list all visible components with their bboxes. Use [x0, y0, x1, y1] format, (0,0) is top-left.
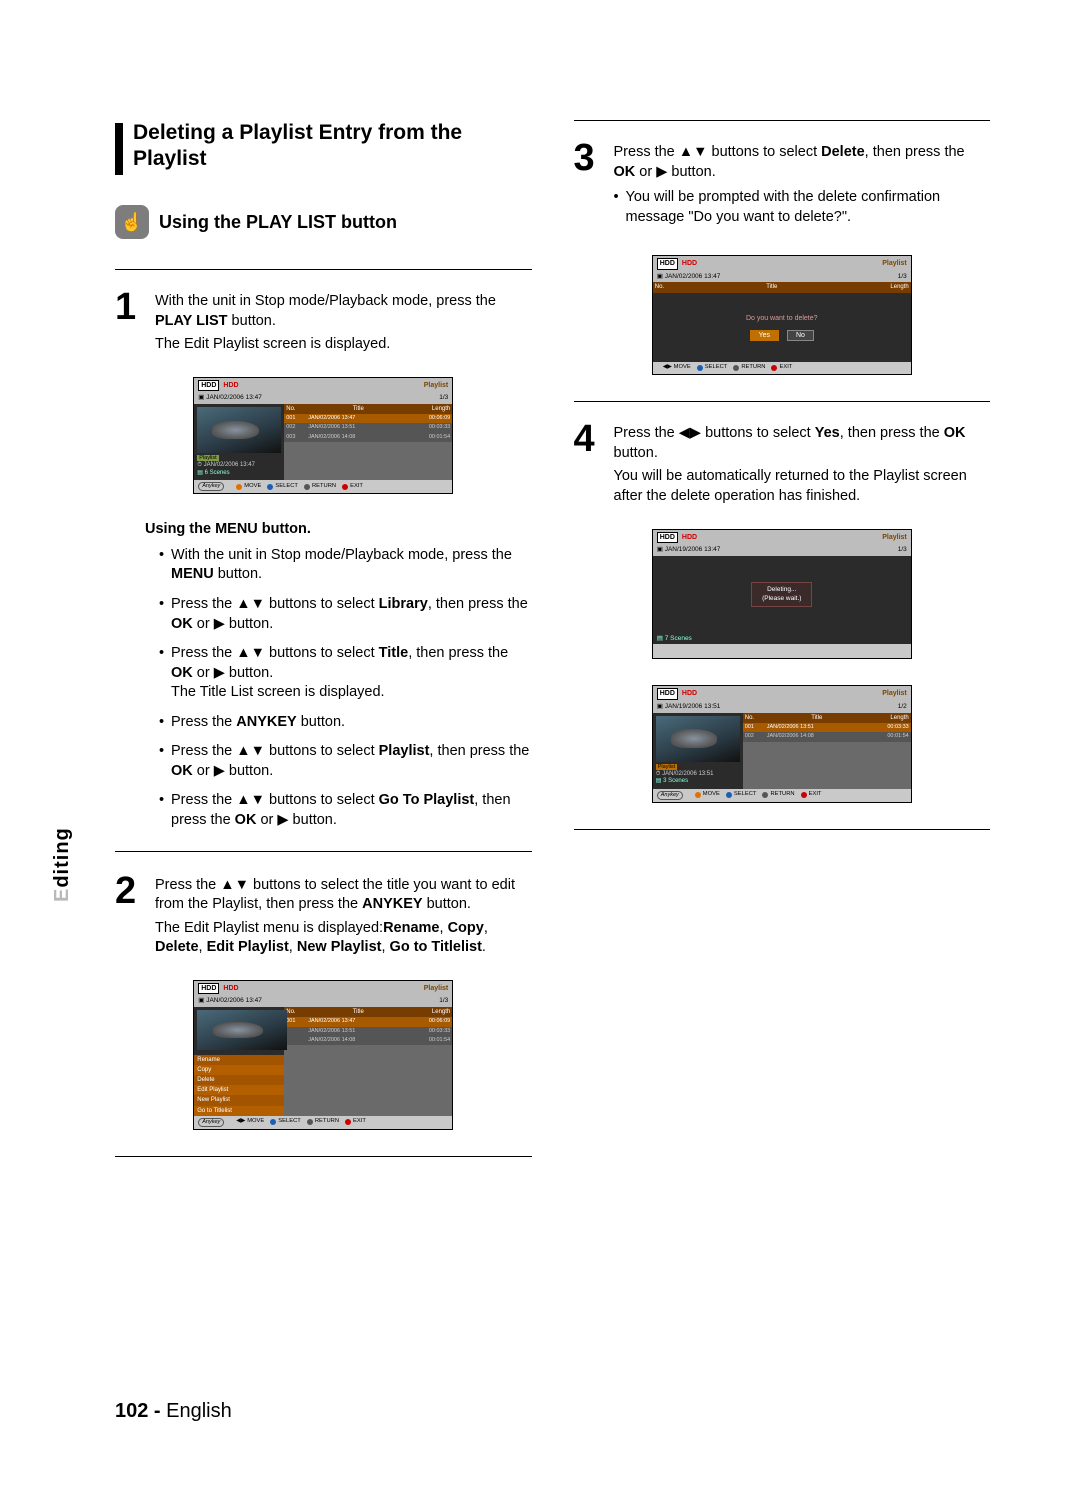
step-3: 3 Press the ▲▼ buttons to select Delete,…: [574, 139, 991, 237]
side-tab-editing: Editing: [49, 827, 76, 902]
menu-bullet-list: With the unit in Stop mode/Playback mode…: [145, 546, 532, 831]
playlist-subheading: Using the PLAY LIST button: [159, 210, 397, 234]
step-number: 3: [574, 139, 600, 237]
section-bar-icon: [115, 123, 123, 175]
screenshot-delete-confirm: HDDHDDPlaylist ▣ JAN/02/2006 13:471/3 No…: [652, 255, 912, 375]
step-1: 1 With the unit in Stop mode/Playback mo…: [115, 288, 532, 359]
divider: [115, 269, 532, 270]
screenshot-deleting: HDDHDDPlaylist ▣ JAN/19/2006 13:471/3 De…: [652, 529, 912, 660]
step-number: 2: [115, 872, 141, 962]
menu-subheading: Using the MENU button.: [145, 520, 532, 540]
screenshot-playlist-1: HDDHDDPlaylist ▣ JAN/02/2006 13:471/3 Pl…: [193, 377, 453, 495]
thumbnail: [197, 407, 281, 453]
divider: [574, 829, 991, 830]
step-number: 1: [115, 288, 141, 359]
step-2: 2 Press the ▲▼ buttons to select the tit…: [115, 872, 532, 962]
screenshot-playlist-after: HDDHDDPlaylist ▣ JAN/19/2006 13:511/2 Pl…: [652, 685, 912, 803]
hand-icon: ☝: [115, 205, 149, 239]
page-number: 102 - English: [115, 1398, 232, 1425]
step-number: 4: [574, 420, 600, 510]
divider: [115, 1156, 532, 1157]
screenshot-playlist-2: HDDHDDPlaylist ▣ JAN/02/2006 13:471/3 Re…: [193, 980, 453, 1130]
section-title-text: Deleting a Playlist Entry from the Playl…: [133, 120, 532, 173]
dialog-no-button[interactable]: No: [787, 330, 814, 341]
divider: [574, 401, 991, 402]
dialog-yes-button[interactable]: Yes: [750, 330, 779, 341]
step-4: 4 Press the ◀▶ buttons to select Yes, th…: [574, 420, 991, 510]
section-title: Deleting a Playlist Entry from the Playl…: [115, 120, 532, 175]
divider: [115, 851, 532, 852]
divider: [574, 120, 991, 121]
